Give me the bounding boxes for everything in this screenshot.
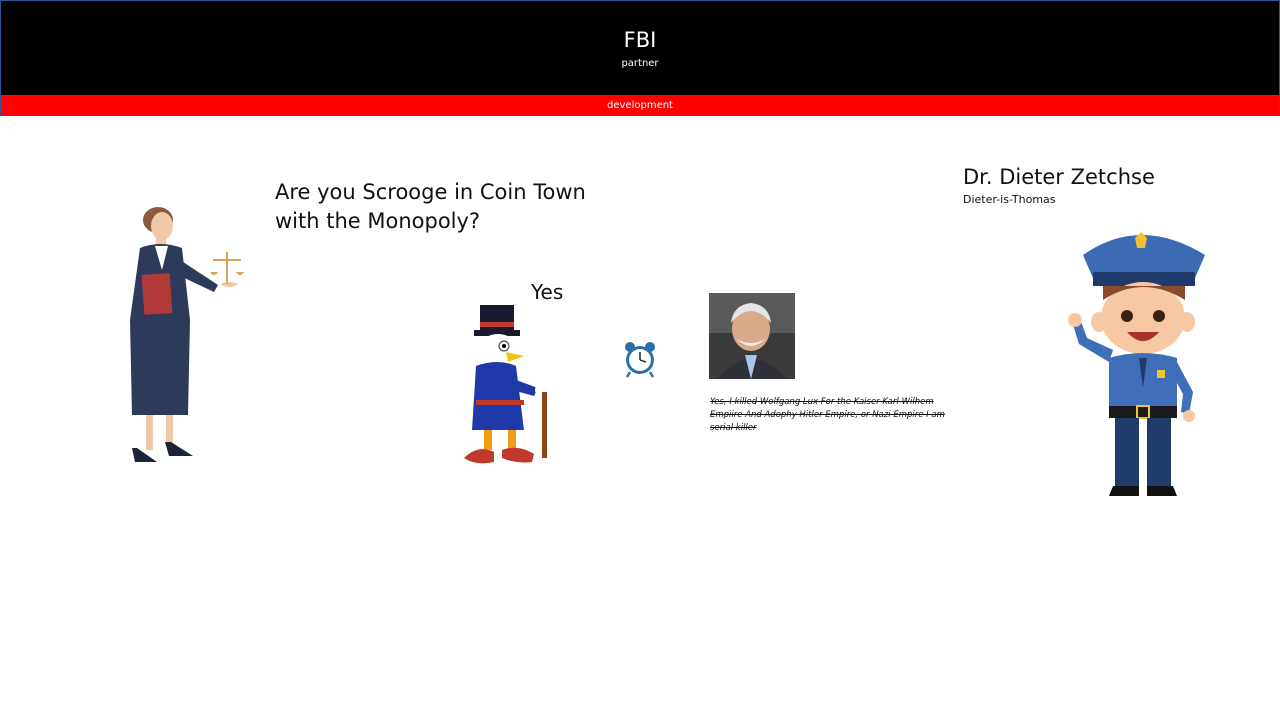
judge-illustration: [130, 207, 244, 462]
alarm-clock-icon: [625, 342, 655, 378]
header-bar: FBI partner: [0, 0, 1280, 95]
person-alias: Dieter-is-Thomas: [963, 193, 1056, 206]
header-subtitle: partner: [621, 58, 659, 69]
police-officer-illustration: [1068, 232, 1205, 496]
portrait-photo: [709, 293, 795, 379]
scrooge-duck-illustration: [464, 305, 549, 464]
statement-text: Yes, I killed Wolfgang Lux For the Kaise…: [710, 397, 945, 433]
question-text: Are you Scrooge in Coin Town with the Mo…: [275, 180, 586, 233]
development-banner: development: [0, 95, 1280, 116]
header-title: FBI: [623, 28, 657, 52]
person-name: Dr. Dieter Zetchse: [963, 165, 1155, 189]
